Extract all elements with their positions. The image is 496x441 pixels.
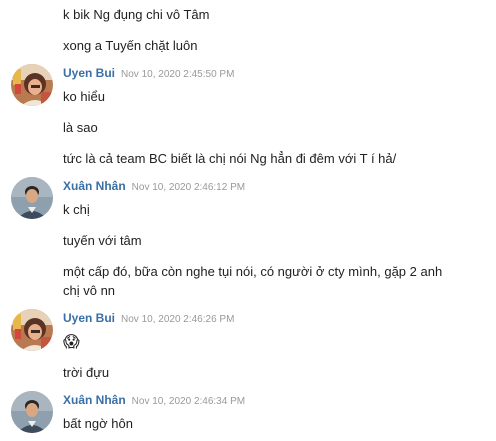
man-avatar-icon — [11, 177, 53, 219]
message-timestamp: Nov 10, 2020 2:45:50 PM — [121, 69, 235, 80]
message-text: bất ngờ hôn — [63, 416, 133, 431]
woman-avatar-icon — [11, 64, 53, 106]
user-avatar-uyen[interactable] — [11, 309, 53, 351]
message-header: Uyen Bui Nov 10, 2020 2:46:26 PM — [63, 311, 234, 327]
message-text: ko hiểu — [63, 89, 105, 104]
message-timestamp: Nov 10, 2020 2:46:26 PM — [121, 314, 235, 325]
message-header: Xuân Nhân Nov 10, 2020 2:46:12 PM — [63, 179, 245, 195]
scream-emoji-icon: 😱 — [63, 332, 80, 351]
woman-avatar-icon — [11, 309, 53, 351]
man-avatar-icon — [11, 391, 53, 433]
user-avatar-nhan[interactable] — [11, 391, 53, 433]
user-avatar-uyen[interactable] — [11, 64, 53, 106]
message-text: tuyến với tâm — [63, 233, 142, 248]
author-name[interactable]: Uyen Bui — [63, 66, 115, 80]
author-name[interactable]: Xuân Nhân — [63, 179, 126, 193]
message-text: xong a Tuyến chặt luôn — [63, 38, 198, 53]
message-timestamp: Nov 10, 2020 2:46:34 PM — [131, 396, 246, 407]
message-header: Uyen Bui Nov 10, 2020 2:45:50 PM — [63, 66, 234, 82]
chat-log: k bik Ng đụng chi vô Tâm xong a Tuyến ch… — [0, 0, 496, 441]
message-timestamp: Nov 10, 2020 2:46:12 PM — [131, 182, 246, 193]
author-name[interactable]: Uyen Bui — [63, 311, 115, 325]
message-text: trời đựu — [63, 365, 110, 380]
author-name[interactable]: Xuân Nhân — [63, 393, 126, 407]
message-header: Xuân Nhân Nov 10, 2020 2:46:34 PM — [63, 393, 245, 409]
message-text: tức là cả team BC biết là chị nói Ng hẳn… — [63, 151, 397, 166]
message-text: k bik Ng đụng chi vô Tâm — [63, 7, 210, 22]
message-text: là sao — [63, 120, 98, 135]
user-avatar-nhan[interactable] — [11, 177, 53, 219]
message-text: một cấp đó, bữa còn nghe tụi nói, có ngư… — [63, 264, 443, 298]
message-text: k chị — [63, 202, 90, 217]
